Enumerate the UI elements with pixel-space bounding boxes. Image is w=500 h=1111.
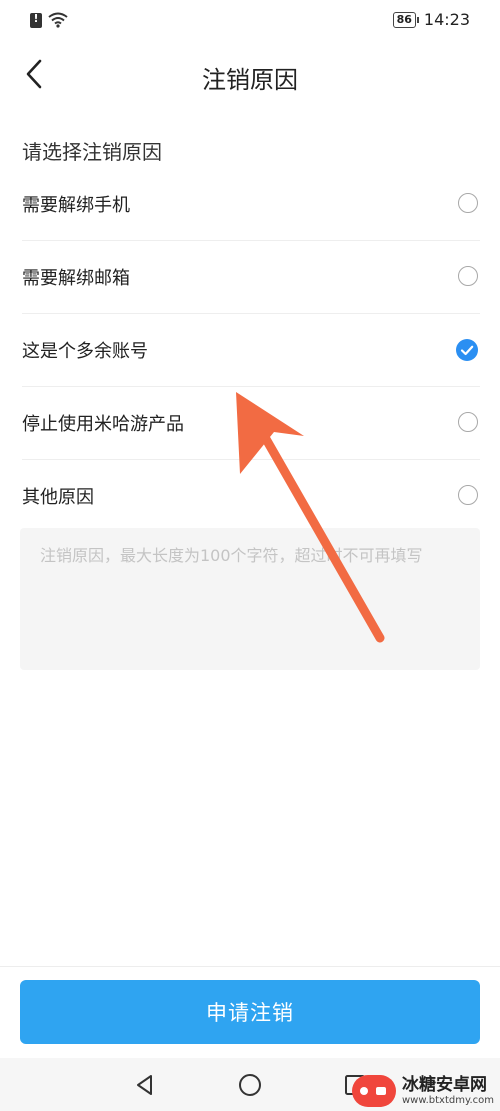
radio-unchecked[interactable] (458, 193, 478, 213)
status-bar: 86 14:23 (0, 0, 500, 44)
reason-option-unbind-phone[interactable]: 需要解绑手机 (22, 168, 480, 241)
radio-unchecked[interactable] (458, 412, 478, 432)
reason-option-unbind-email[interactable]: 需要解绑邮箱 (22, 241, 480, 314)
watermark-url: www.btxtdmy.com (401, 1094, 494, 1106)
wifi-icon (48, 12, 68, 28)
reason-label: 需要解绑手机 (22, 195, 130, 216)
reason-option-extra-account[interactable]: 这是个多余账号 (22, 314, 480, 387)
reason-label: 其他原因 (22, 487, 94, 508)
status-right: 86 14:23 (392, 10, 470, 29)
check-icon (460, 345, 474, 356)
nav-home-button[interactable] (237, 1072, 263, 1098)
app-header: 注销原因 (0, 44, 500, 110)
reason-option-stop-using[interactable]: 停止使用米哈游产品 (22, 387, 480, 460)
reason-label: 这是个多余账号 (22, 341, 148, 362)
reason-option-other[interactable]: 其他原因 (22, 460, 480, 532)
status-time: 14:23 (423, 10, 470, 29)
section-label: 请选择注销原因 (22, 140, 162, 164)
circle-home-icon (239, 1074, 261, 1096)
triangle-back-icon (137, 1075, 152, 1095)
bottom-divider (0, 966, 500, 967)
submit-deactivation-button[interactable]: 申请注销 (20, 980, 480, 1044)
sim-alert-icon (30, 12, 42, 28)
radio-checked[interactable] (456, 339, 478, 361)
nav-back-button[interactable] (132, 1072, 158, 1098)
battery-icon: 86 (392, 11, 420, 28)
radio-unchecked[interactable] (458, 266, 478, 286)
watermark-name: 冰糖安卓网 (401, 1074, 487, 1095)
watermark: 冰糖安卓网 www.btxtdmy.com (351, 1074, 494, 1107)
status-left (30, 12, 68, 28)
reason-list: 需要解绑手机 需要解绑邮箱 这是个多余账号 停止使用米哈游产品 其他原因 (22, 168, 480, 532)
page-title: 注销原因 (202, 66, 298, 94)
reason-textarea[interactable] (20, 528, 480, 670)
radio-unchecked[interactable] (458, 485, 478, 505)
watermark-text: 冰糖安卓网 www.btxtdmy.com (401, 1074, 494, 1107)
reason-label: 停止使用米哈游产品 (22, 414, 184, 435)
watermark-logo-icon (351, 1075, 396, 1107)
reason-label: 需要解绑邮箱 (22, 268, 130, 289)
system-nav-bar: 冰糖安卓网 www.btxtdmy.com (0, 1058, 500, 1111)
